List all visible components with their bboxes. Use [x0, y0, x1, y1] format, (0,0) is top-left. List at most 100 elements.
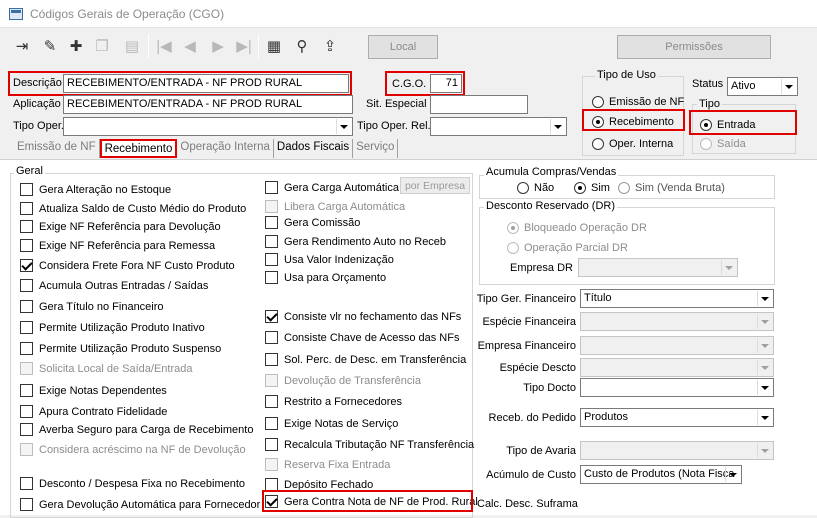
checkbox-box[interactable]	[265, 181, 278, 194]
geral-checkbox-2[interactable]: Exige NF Referência para Devolução	[20, 219, 221, 234]
tab-emissao-nf[interactable]: Emissão de NF	[14, 139, 100, 158]
checkbox-box[interactable]	[20, 362, 33, 375]
checkbox-box[interactable]	[20, 220, 33, 233]
geral-checkbox-1[interactable]: Atualiza Saldo de Custo Médio do Produto	[20, 201, 246, 216]
checkbox-box[interactable]	[20, 279, 33, 292]
tipo-uso-emissao-radio[interactable]: Emissão de NF	[592, 94, 684, 109]
copy-icon[interactable]: ❐	[90, 34, 114, 58]
geral-checkbox-b4[interactable]: Usa Valor Indenização	[265, 252, 394, 267]
aplicacao-input[interactable]: RECEBIMENTO/ENTRADA - NF PROD RURAL	[63, 95, 353, 114]
checkbox-box[interactable]	[20, 423, 33, 436]
tipo-oper-select[interactable]	[63, 117, 353, 136]
geral-checkbox-c3[interactable]: Devolução de Transferência	[265, 373, 421, 388]
geral-checkbox-b3[interactable]: Gera Rendimento Auto no Receb	[265, 234, 446, 249]
exit-icon[interactable]: ⇥	[10, 34, 34, 58]
tab-servico[interactable]: Serviço	[353, 139, 399, 158]
tab-dados-fiscais[interactable]: Dados Fiscais	[274, 139, 354, 158]
geral-checkbox-6[interactable]: Gera Título no Financeiro	[20, 299, 164, 314]
checkbox-box[interactable]	[265, 216, 278, 229]
geral-checkbox-b0[interactable]: Gera Carga Automática	[265, 180, 399, 195]
grid-icon[interactable]: ▦	[262, 34, 286, 58]
checkbox-box[interactable]	[20, 321, 33, 334]
checkbox-box[interactable]	[20, 239, 33, 252]
geral-checkbox-5[interactable]: Acumula Outras Entradas / Saídas	[20, 278, 208, 293]
geral-checkbox-c1[interactable]: Consiste Chave de Acesso das NFs	[265, 330, 459, 345]
geral-checkbox-b1[interactable]: Libera Carga Automática	[265, 199, 405, 214]
search-binoculars-icon[interactable]: ⚲	[290, 34, 314, 58]
checkbox-box[interactable]	[265, 235, 278, 248]
geral-checkbox-3[interactable]: Exige NF Referência para Remessa	[20, 238, 215, 253]
acumula-nao-radio[interactable]: Não	[517, 180, 554, 195]
last-icon[interactable]: ▶|	[232, 34, 256, 58]
right-field-select[interactable]	[580, 441, 774, 460]
next-icon[interactable]: ▶	[206, 34, 230, 58]
prev-icon[interactable]: ◀	[178, 34, 202, 58]
right-field-select[interactable]	[580, 378, 774, 397]
right-field-select[interactable]: Custo de Produtos (Nota Fisca	[580, 465, 742, 484]
tipo-oper-rel-select[interactable]	[430, 117, 567, 136]
right-field-select[interactable]	[580, 336, 774, 355]
tab-operacao-interna[interactable]: Operação Interna	[177, 139, 274, 158]
checkbox-box[interactable]	[20, 384, 33, 397]
geral-checkbox-c6[interactable]: Recalcula Tributação NF Transferência	[265, 437, 474, 452]
acumula-sim-radio[interactable]: Sim	[574, 180, 610, 195]
checkbox-box[interactable]	[265, 353, 278, 366]
checkbox-box[interactable]	[265, 310, 278, 323]
tab-recebimento[interactable]: Recebimento	[99, 139, 178, 158]
geral-checkbox-11[interactable]: Apura Contrato Fidelidade	[20, 404, 167, 419]
checkbox-box[interactable]	[265, 331, 278, 344]
geral-checkbox-b5[interactable]: Usa para Orçamento	[265, 270, 386, 285]
geral-checkbox-13[interactable]: Considera acréscimo na NF de Devolução	[20, 442, 246, 457]
local-button[interactable]: Local	[368, 35, 438, 59]
geral-checkbox-c2[interactable]: Sol. Perc. de Desc. em Transferência	[265, 352, 466, 367]
checkbox-box[interactable]	[265, 417, 278, 430]
checkbox-box[interactable]	[265, 253, 278, 266]
geral-checkbox-0[interactable]: Gera Alteração no Estoque	[20, 182, 171, 197]
checkbox-box[interactable]	[265, 458, 278, 471]
disabled-icon[interactable]: ▤	[120, 34, 144, 58]
desconto-parcial-radio[interactable]: Operação Parcial DR	[507, 240, 628, 255]
geral-checkbox-c5[interactable]: Exige Notas de Serviço	[265, 416, 398, 431]
por-empresa-button[interactable]: por Empresa	[400, 177, 470, 194]
geral-checkbox-10[interactable]: Exige Notas Dependentes	[20, 383, 167, 398]
geral-checkbox-8[interactable]: Permite Utilização Produto Suspenso	[20, 341, 221, 356]
right-field-select[interactable]	[580, 358, 774, 377]
add-icon[interactable]: ✚	[64, 34, 88, 58]
right-field-select[interactable]	[580, 312, 774, 331]
checkbox-box[interactable]	[265, 374, 278, 387]
right-field-select[interactable]: Produtos	[580, 408, 774, 427]
first-icon[interactable]: |◀	[152, 34, 176, 58]
checkbox-box[interactable]	[265, 200, 278, 213]
geral-checkbox-7[interactable]: Permite Utilização Produto Inativo	[20, 320, 205, 335]
permissoes-button[interactable]: Permissões	[617, 35, 771, 59]
geral-checkbox-15[interactable]: Gera Devolução Automática para Fornecedo…	[20, 497, 260, 512]
tipo-uso-recebimento-radio[interactable]: Recebimento	[592, 114, 674, 129]
geral-checkbox-c4[interactable]: Restrito a Fornecedores	[265, 394, 402, 409]
checkbox-box[interactable]	[265, 271, 278, 284]
empresa-dr-select[interactable]	[578, 258, 738, 277]
desconto-bloqueado-radio[interactable]: Bloqueado Operação DR	[507, 220, 647, 235]
tipo-entrada-radio[interactable]: Entrada	[700, 117, 756, 132]
status-select[interactable]: Ativo	[727, 77, 798, 96]
geral-checkbox-14[interactable]: Desconto / Despesa Fixa no Recebimento	[20, 476, 245, 491]
checkbox-box[interactable]	[20, 498, 33, 511]
checkbox-box[interactable]	[265, 395, 278, 408]
checkbox-box[interactable]	[20, 477, 33, 490]
descricao-input[interactable]: RECEBIMENTO/ENTRADA - NF PROD RURAL	[63, 74, 349, 93]
checkbox-box[interactable]	[20, 259, 33, 272]
checkbox-box[interactable]	[20, 183, 33, 196]
checkbox-box[interactable]	[265, 438, 278, 451]
checkbox-box[interactable]	[20, 342, 33, 355]
cgo-input[interactable]: 71	[430, 74, 462, 93]
geral-checkbox-c0[interactable]: Consiste vlr no fechamento das NFs	[265, 309, 461, 324]
tipo-saida-radio[interactable]: Saída	[700, 136, 746, 151]
geral-checkbox-9[interactable]: Solicita Local de Saída/Entrada	[20, 361, 193, 376]
checkbox-box[interactable]	[20, 443, 33, 456]
geral-checkbox-c7[interactable]: Reserva Fixa Entrada	[265, 457, 390, 472]
geral-checkbox-12[interactable]: Averba Seguro para Carga de Recebimento	[20, 422, 253, 437]
acumula-sim-bruta-radio[interactable]: Sim (Venda Bruta)	[618, 180, 725, 195]
checkbox-box[interactable]	[20, 405, 33, 418]
geral-checkbox-b2[interactable]: Gera Comissão	[265, 215, 360, 230]
geral-checkbox-4[interactable]: Considera Frete Fora NF Custo Produto	[20, 258, 235, 273]
checkbox-box[interactable]	[20, 202, 33, 215]
